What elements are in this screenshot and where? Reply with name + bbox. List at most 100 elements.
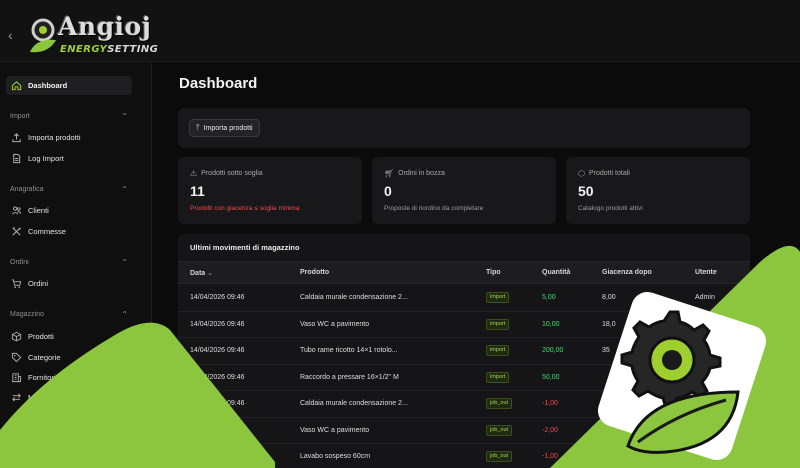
sidebar-item-dashboard[interactable]: Dashboard: [10, 77, 67, 93]
stat-subtext: Prodotti con giacenza ≤ soglia minima: [190, 205, 300, 212]
sidebar-item-categorie[interactable]: Categorie: [10, 349, 61, 365]
table-row[interactable]: 14/04/2026 09:46 Vaso WC a pavimento 10,00…: [178, 312, 750, 338]
page-title: Dashboard: [179, 75, 258, 92]
arrows-icon: [10, 391, 22, 403]
type-badge: job_out: [486, 424, 513, 436]
type-badge: import: [486, 371, 510, 383]
cell-date: 14/04/2026 09:46: [190, 400, 245, 407]
column-header-tipo: Tipo: [486, 269, 501, 276]
cart-icon: 🛒︎: [384, 169, 395, 178]
stat-value: 50: [578, 183, 594, 199]
type-badge: job_out: [486, 398, 513, 409]
stat-card-prodotti-totali: ⬡ Prodotti totali 50 Catalogo prodotti at…: [566, 157, 750, 224]
cell-product: Lavabo sospeso 60cm: [300, 453, 371, 460]
sidebar-item-clienti[interactable]: Clienti: [10, 202, 49, 218]
cell-product: Caldaia murale condensazione 2...: [300, 400, 408, 407]
section-ordini[interactable]: Ordini ⌃: [10, 258, 128, 267]
logo-title: Angioj: [58, 12, 152, 41]
chevron-up-icon: ⌃: [121, 258, 128, 267]
cell-product: Caldaia murale condensazione 2...: [300, 294, 408, 301]
tag-icon: [10, 351, 22, 363]
sidebar-item-fornitori[interactable]: Fornitori: [10, 369, 56, 385]
sidebar: Dashboard Import ⌃ Importa prodotti Log I…: [0, 62, 152, 468]
chevron-up-icon: ⌃: [121, 112, 128, 121]
stat-subtext: Proposte di riordino da completare: [384, 205, 484, 212]
cell-quantity: 5,00: [542, 294, 556, 301]
cell-stock-after: 18,0: [602, 320, 616, 328]
stat-subtext: Catalogo prodotti attivi: [578, 205, 643, 212]
box-icon: [10, 330, 22, 342]
stat-card-sotto-soglia: ⚠ Prodotti sotto soglia 11 Prodotti con g…: [178, 157, 362, 224]
logo-gear-leaf-icon: [30, 18, 56, 53]
sidebar-item-movimenti[interactable]: Movimenti: [10, 389, 62, 405]
type-badge: import: [486, 318, 510, 330]
sort-chevron-icon: ⌄: [207, 270, 214, 277]
table-row[interactable]: 14/04/2026 09:46 Caldaia murale condensaz…: [178, 285, 750, 312]
cart-icon: [10, 277, 22, 289]
cell-product: Raccordo a pressare 16×1/2" M: [300, 373, 399, 381]
back-chevron-icon[interactable]: ‹: [8, 28, 22, 42]
cell-quantity: 200,00: [542, 347, 564, 354]
cell-product: Vaso WC a pavimento: [300, 426, 370, 434]
cell-stock-after: 35: [602, 347, 610, 354]
cell-date: 14/04/2026 09:46: [190, 294, 245, 301]
type-badge: job_out: [486, 451, 513, 462]
section-magazzino[interactable]: Magazzino ⌃: [10, 310, 128, 319]
sidebar-item-ordini[interactable]: Ordini: [10, 275, 48, 291]
cell-quantity: 50,00: [542, 373, 560, 381]
column-header-prodotto: Prodotto: [300, 269, 330, 276]
cell-date: 14/04/2026 09:46: [190, 320, 245, 328]
movements-table-card: Ultimi movimenti di magazzino Data ⌄ Pro…: [178, 234, 750, 468]
cell-stock-after: 8,00: [602, 294, 616, 301]
sidebar-item-log-import[interactable]: Log Import: [10, 150, 64, 166]
cell-date: 14/04/2026 09:46: [190, 373, 245, 381]
cell-quantity: -2,00: [542, 426, 558, 434]
table-header: Data ⌄ Prodotto Tipo Quantità Giacenza d…: [178, 261, 750, 284]
cell-product: Vaso WC a pavimento: [300, 320, 370, 328]
stat-card-ordini-bozza: 🛒︎ Ordini in bozza 0 Proposte di riordino…: [372, 157, 556, 224]
sidebar-item-prodotti[interactable]: Prodotti: [10, 328, 54, 344]
cell-date: 14/04/2026 09:46: [190, 347, 245, 354]
top-bar: ‹ Angioj ENERGYSETTING: [0, 0, 800, 62]
sidebar-item-label: Dashboard: [28, 80, 68, 90]
column-header-data[interactable]: Data ⌄: [190, 269, 213, 277]
sidebar-item-importa-prodotti[interactable]: Importa prodotti: [10, 129, 81, 145]
table-title: Ultimi movimenti di magazzino: [190, 243, 300, 252]
cell-stock-after: 7,: [602, 400, 608, 407]
table-row[interactable]: Lavabo sospeso 60cm -1,00 job_out: [178, 444, 750, 468]
section-import[interactable]: Import ⌃: [10, 112, 128, 121]
building-icon: [10, 371, 22, 383]
table-row[interactable]: 14/04/2026 09:46 Raccordo a pressare 16×1…: [178, 365, 750, 391]
box-icon: ⬡: [578, 169, 585, 178]
cell-user: Admin: [695, 294, 715, 301]
table-row[interactable]: Vaso WC a pavimento -2,00 job_out: [178, 418, 750, 444]
logo-subtitle: ENERGYSETTING: [60, 44, 159, 55]
type-badge: import: [486, 292, 510, 303]
brand-logo: Angioj ENERGYSETTING: [28, 10, 158, 58]
chevron-up-icon: ⌃: [121, 185, 128, 194]
section-anagrafica[interactable]: Anagrafica ⌃: [10, 185, 128, 194]
upload-icon: ⤒: [196, 123, 200, 132]
table-row[interactable]: 14/04/2026 09:46 Caldaia murale condensaz…: [178, 391, 750, 418]
column-header-giacenza: Giacenza dopo: [602, 269, 652, 276]
stat-value: 0: [384, 183, 392, 199]
column-header-utente: Utente: [695, 269, 717, 276]
column-header-quantita: Quantità: [542, 269, 571, 276]
type-badge: import: [486, 345, 510, 356]
file-icon: [10, 152, 22, 164]
sidebar-item-commesse[interactable]: Commesse: [10, 223, 66, 239]
import-products-button[interactable]: ⤒ Importa prodotti: [189, 119, 260, 137]
main-content: Dashboard ⤒ Importa prodotti ⚠ Prodotti s…: [152, 62, 800, 468]
cell-quantity: -1,00: [542, 400, 558, 407]
cell-quantity: 10,00: [542, 320, 560, 328]
home-icon: [10, 79, 22, 91]
toolbar-card: ⤒ Importa prodotti: [178, 108, 750, 148]
users-icon: [10, 204, 22, 216]
warning-icon: ⚠: [190, 169, 198, 178]
tools-icon: [10, 225, 22, 237]
table-row[interactable]: 14/04/2026 09:46 Tubo rame ricotto 14×1 r…: [178, 338, 750, 365]
cell-quantity: -1,00: [542, 453, 558, 460]
cell-product: Tubo rame ricotto 14×1 rotolo...: [300, 347, 398, 354]
chevron-up-icon: ⌃: [121, 310, 128, 319]
upload-icon: [10, 131, 22, 143]
